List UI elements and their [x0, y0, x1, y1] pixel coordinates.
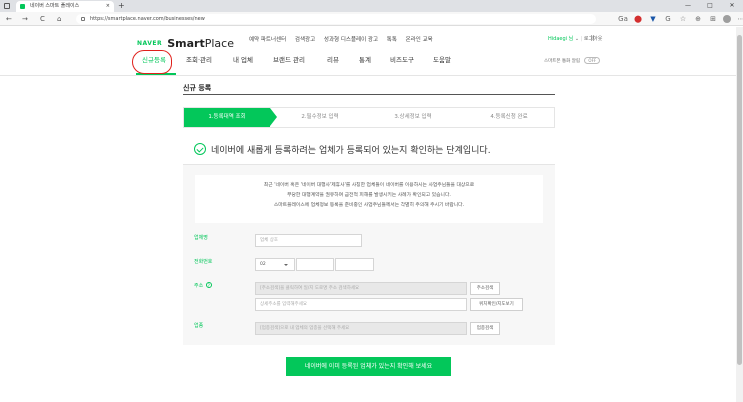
call-alert-setting: 스마트폰 통화 알림 OFF — [544, 57, 601, 64]
forward-arrow-icon[interactable]: → — [22, 12, 28, 26]
map-view-button[interactable]: 위치확인/지도보기 — [470, 298, 523, 311]
link-search-ads[interactable]: 검색광고 — [295, 37, 315, 43]
browser-tab-bar: 네이버 스마트 플레이스 × + — □ ✕ — [0, 0, 743, 12]
help-icon[interactable]: ? — [205, 282, 212, 288]
address-search-button[interactable]: 주소검색 — [470, 282, 500, 295]
extension-shield-icon[interactable]: ▼ — [648, 12, 658, 26]
logo-place: Place — [204, 37, 234, 50]
category-search-button[interactable]: 업종검색 — [470, 322, 500, 335]
browser-menu-icon[interactable]: ⋯ — [736, 12, 743, 26]
browser-address-bar: ← → C ⌂ https://smartplace.naver.com/bus… — [0, 12, 743, 26]
tab-title: 네이버 스마트 플레이스 — [30, 3, 80, 9]
nav-item-brand[interactable]: 브랜드 관리 — [273, 54, 305, 66]
link-online-education[interactable]: 온라인 교육 — [406, 37, 433, 43]
naver-favicon-icon — [20, 4, 25, 9]
lock-icon — [81, 17, 85, 21]
category-label: 업종 — [194, 323, 204, 329]
step-indicator: 1.등록대역 조회 2.필수정보 입력 3.상세정보 입력 4.등록신청 완료 — [183, 107, 555, 128]
step-headline: 네이버에 새롭게 등록하려는 업체가 등록되어 있는지 확인하는 단계입니다. — [211, 146, 491, 156]
nav-item-biz-tools[interactable]: 비즈도구 — [390, 54, 414, 66]
apps-grid-icon[interactable]: ⠿ — [590, 35, 595, 43]
address-label: 주소 ? — [194, 282, 212, 289]
business-name-label: 업체명 — [194, 235, 208, 241]
main-nav: 신규등록 조회·관리 내 업체 브랜드 관리 리뷰 통계 비즈도구 도움말 — [130, 50, 600, 75]
step-2: 2.필수정보 입력 — [301, 114, 339, 120]
logo-naver: NAVER — [137, 40, 163, 47]
nav-item-lookup[interactable]: 조회·관리 — [186, 54, 212, 66]
step-1: 1.등록대역 조회 — [184, 108, 270, 127]
tab-close-icon[interactable]: × — [106, 1, 110, 12]
site-header: NAVER SmartPlace 예약 파트너센터 검색광고 성과형 디스플레이… — [0, 27, 736, 76]
business-name-input[interactable]: 업체 상호 — [255, 234, 362, 247]
notice-line: 최근 '네이버 혹은 '네이버 대행사'제휴사'를 사칭한 업체들이 네이버를 … — [263, 183, 475, 188]
extension-g-icon[interactable]: G — [663, 12, 673, 26]
chevron-down-icon[interactable]: ⌄ — [575, 36, 579, 42]
address-label-text: 주소 — [194, 283, 204, 289]
scrollbar-thumb[interactable] — [737, 35, 742, 365]
extension-red-icon[interactable]: ⬤ — [633, 12, 643, 26]
check-registered-button[interactable]: 네이버에 이미 등록된 업체가 있는지 확인해 보세요 — [286, 357, 451, 376]
minimize-button[interactable]: — — [677, 0, 699, 12]
favorite-star-icon[interactable]: ☆ — [678, 12, 688, 26]
detail-address-input[interactable]: 상세주소를 입력해주세요 — [255, 298, 467, 311]
url-text: https://smartplace.naver.com/businesses/… — [90, 16, 205, 22]
logo-smart: Smart — [167, 37, 205, 50]
link-display-ads[interactable]: 성과형 디스플레이 광고 — [324, 37, 378, 43]
check-circle-icon — [194, 143, 206, 155]
user-name[interactable]: Hidaegi 님 — [548, 36, 573, 42]
reload-icon[interactable]: C — [40, 12, 45, 26]
link-talktalk[interactable]: 톡톡 — [387, 37, 397, 43]
call-alert-label: 스마트폰 통화 알림 — [544, 59, 580, 64]
maximize-button[interactable]: □ — [699, 0, 721, 12]
browser-tab[interactable]: 네이버 스마트 플레이스 × — [16, 1, 114, 12]
home-icon[interactable]: ⌂ — [57, 12, 61, 26]
extensions-icon[interactable]: ⊞ — [708, 12, 718, 26]
notice-line: 스마트플레이스에 업체정보 등록을 준비중인 사업주님들께서는 각별히 주의해 … — [273, 203, 465, 208]
nav-item-reviews[interactable]: 리뷰 — [327, 54, 339, 66]
step-4: 4.등록신청 완료 — [490, 114, 528, 120]
window-menu-icon[interactable] — [4, 3, 10, 9]
page-title: 신규 등록 — [183, 84, 212, 92]
url-input[interactable]: https://smartplace.naver.com/businesses/… — [76, 14, 596, 24]
phone-middle-input[interactable] — [296, 258, 334, 271]
top-links: 예약 파트너센터 검색광고 성과형 디스플레이 광고 톡톡 온라인 교육 — [249, 35, 440, 43]
area-code-select[interactable]: 02 — [255, 258, 295, 271]
collections-icon[interactable]: ⊕ — [693, 12, 703, 26]
nav-item-help[interactable]: 도움말 — [433, 54, 451, 66]
area-code-value: 02 — [260, 262, 266, 267]
address-input[interactable]: [주소검색]을 클릭하여 일/지 도로명 주소 검색하세요 — [255, 282, 467, 295]
link-reservation-partner[interactable]: 예약 파트너센터 — [249, 37, 286, 43]
header-divider — [0, 75, 736, 76]
profile-avatar[interactable] — [723, 15, 731, 23]
phone-last-input[interactable] — [335, 258, 374, 271]
new-tab-button[interactable]: + — [118, 0, 125, 12]
annotation-circle — [132, 50, 172, 74]
chevron-down-icon — [284, 263, 288, 266]
step-arrow — [270, 108, 277, 126]
warning-notice: 최근 '네이버 혹은 '네이버 대행사'제휴사'를 사칭한 업체들이 네이버를 … — [195, 175, 543, 223]
page-scrollbar[interactable] — [736, 27, 743, 402]
call-alert-toggle[interactable]: OFF — [584, 57, 601, 64]
title-divider — [183, 94, 555, 95]
back-arrow-icon[interactable]: ← — [6, 12, 12, 26]
step-3: 3.상세정보 입력 — [394, 114, 432, 120]
nav-item-my-business[interactable]: 내 업체 — [233, 54, 253, 66]
translate-icon[interactable]: Ga — [618, 12, 628, 26]
phone-label: 전화번호 — [194, 259, 213, 265]
notice-line: 부당한 대행계약을 권유하며 금전적 피해를 발생시키는 사례가 확인되고 있습… — [287, 193, 451, 198]
nav-item-stats[interactable]: 통계 — [359, 54, 371, 66]
category-input[interactable]: [업종검색]으로 내 업체의 업종을 선택해 주세요 — [255, 322, 467, 335]
close-window-button[interactable]: ✕ — [721, 0, 743, 12]
